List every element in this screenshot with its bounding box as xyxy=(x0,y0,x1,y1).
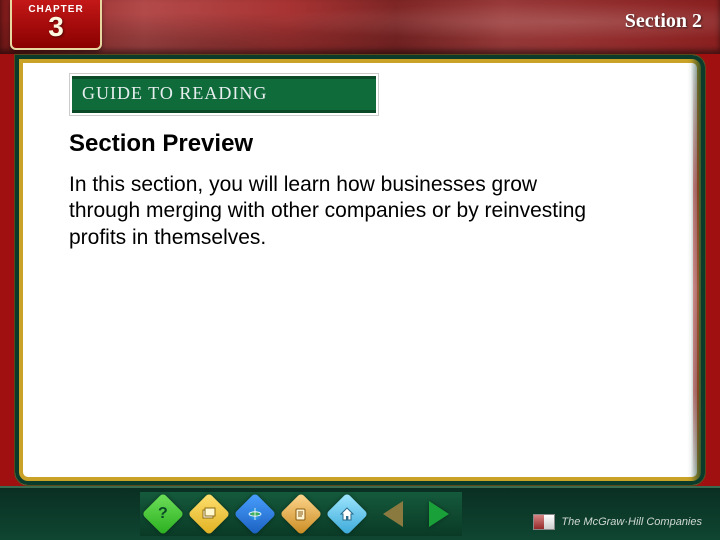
prev-arrow-icon xyxy=(383,501,403,527)
section-label: Section 2 xyxy=(625,10,702,33)
guide-to-reading-bar: GUIDE TO READING xyxy=(69,73,379,116)
footer-nav-group: ? xyxy=(140,492,462,536)
publisher-credit: The McGraw·Hill Companies xyxy=(533,514,702,530)
chapter-ribbon: CHAPTER 3 xyxy=(10,0,102,50)
footer-bar: ? xyxy=(0,486,720,540)
help-icon: ? xyxy=(142,493,184,535)
header-band: CHAPTER 3 Section 2 xyxy=(0,0,720,54)
section-body-text: In this section, you will learn how busi… xyxy=(69,172,609,251)
scroll-icon xyxy=(280,493,322,535)
globe-icon xyxy=(234,493,276,535)
next-arrow-icon xyxy=(429,501,449,527)
chapter-number: 3 xyxy=(12,13,100,41)
guide-to-reading-text: GUIDE TO READING xyxy=(72,76,376,113)
content-area: GUIDE TO READING Section Preview In this… xyxy=(69,73,639,251)
section-title: Section Preview xyxy=(69,130,639,158)
scroll-button[interactable] xyxy=(278,492,324,536)
help-button[interactable]: ? xyxy=(140,492,186,536)
next-button[interactable] xyxy=(416,492,462,536)
home-icon xyxy=(326,493,368,535)
page-frame: GUIDE TO READING Section Preview In this… xyxy=(14,54,706,486)
globe-button[interactable] xyxy=(232,492,278,536)
slides-button[interactable] xyxy=(186,492,232,536)
publisher-text: The McGraw·Hill Companies xyxy=(561,516,702,528)
slides-icon xyxy=(188,493,230,535)
prev-button[interactable] xyxy=(370,492,416,536)
publisher-logo-icon xyxy=(533,514,555,530)
home-button[interactable] xyxy=(324,492,370,536)
